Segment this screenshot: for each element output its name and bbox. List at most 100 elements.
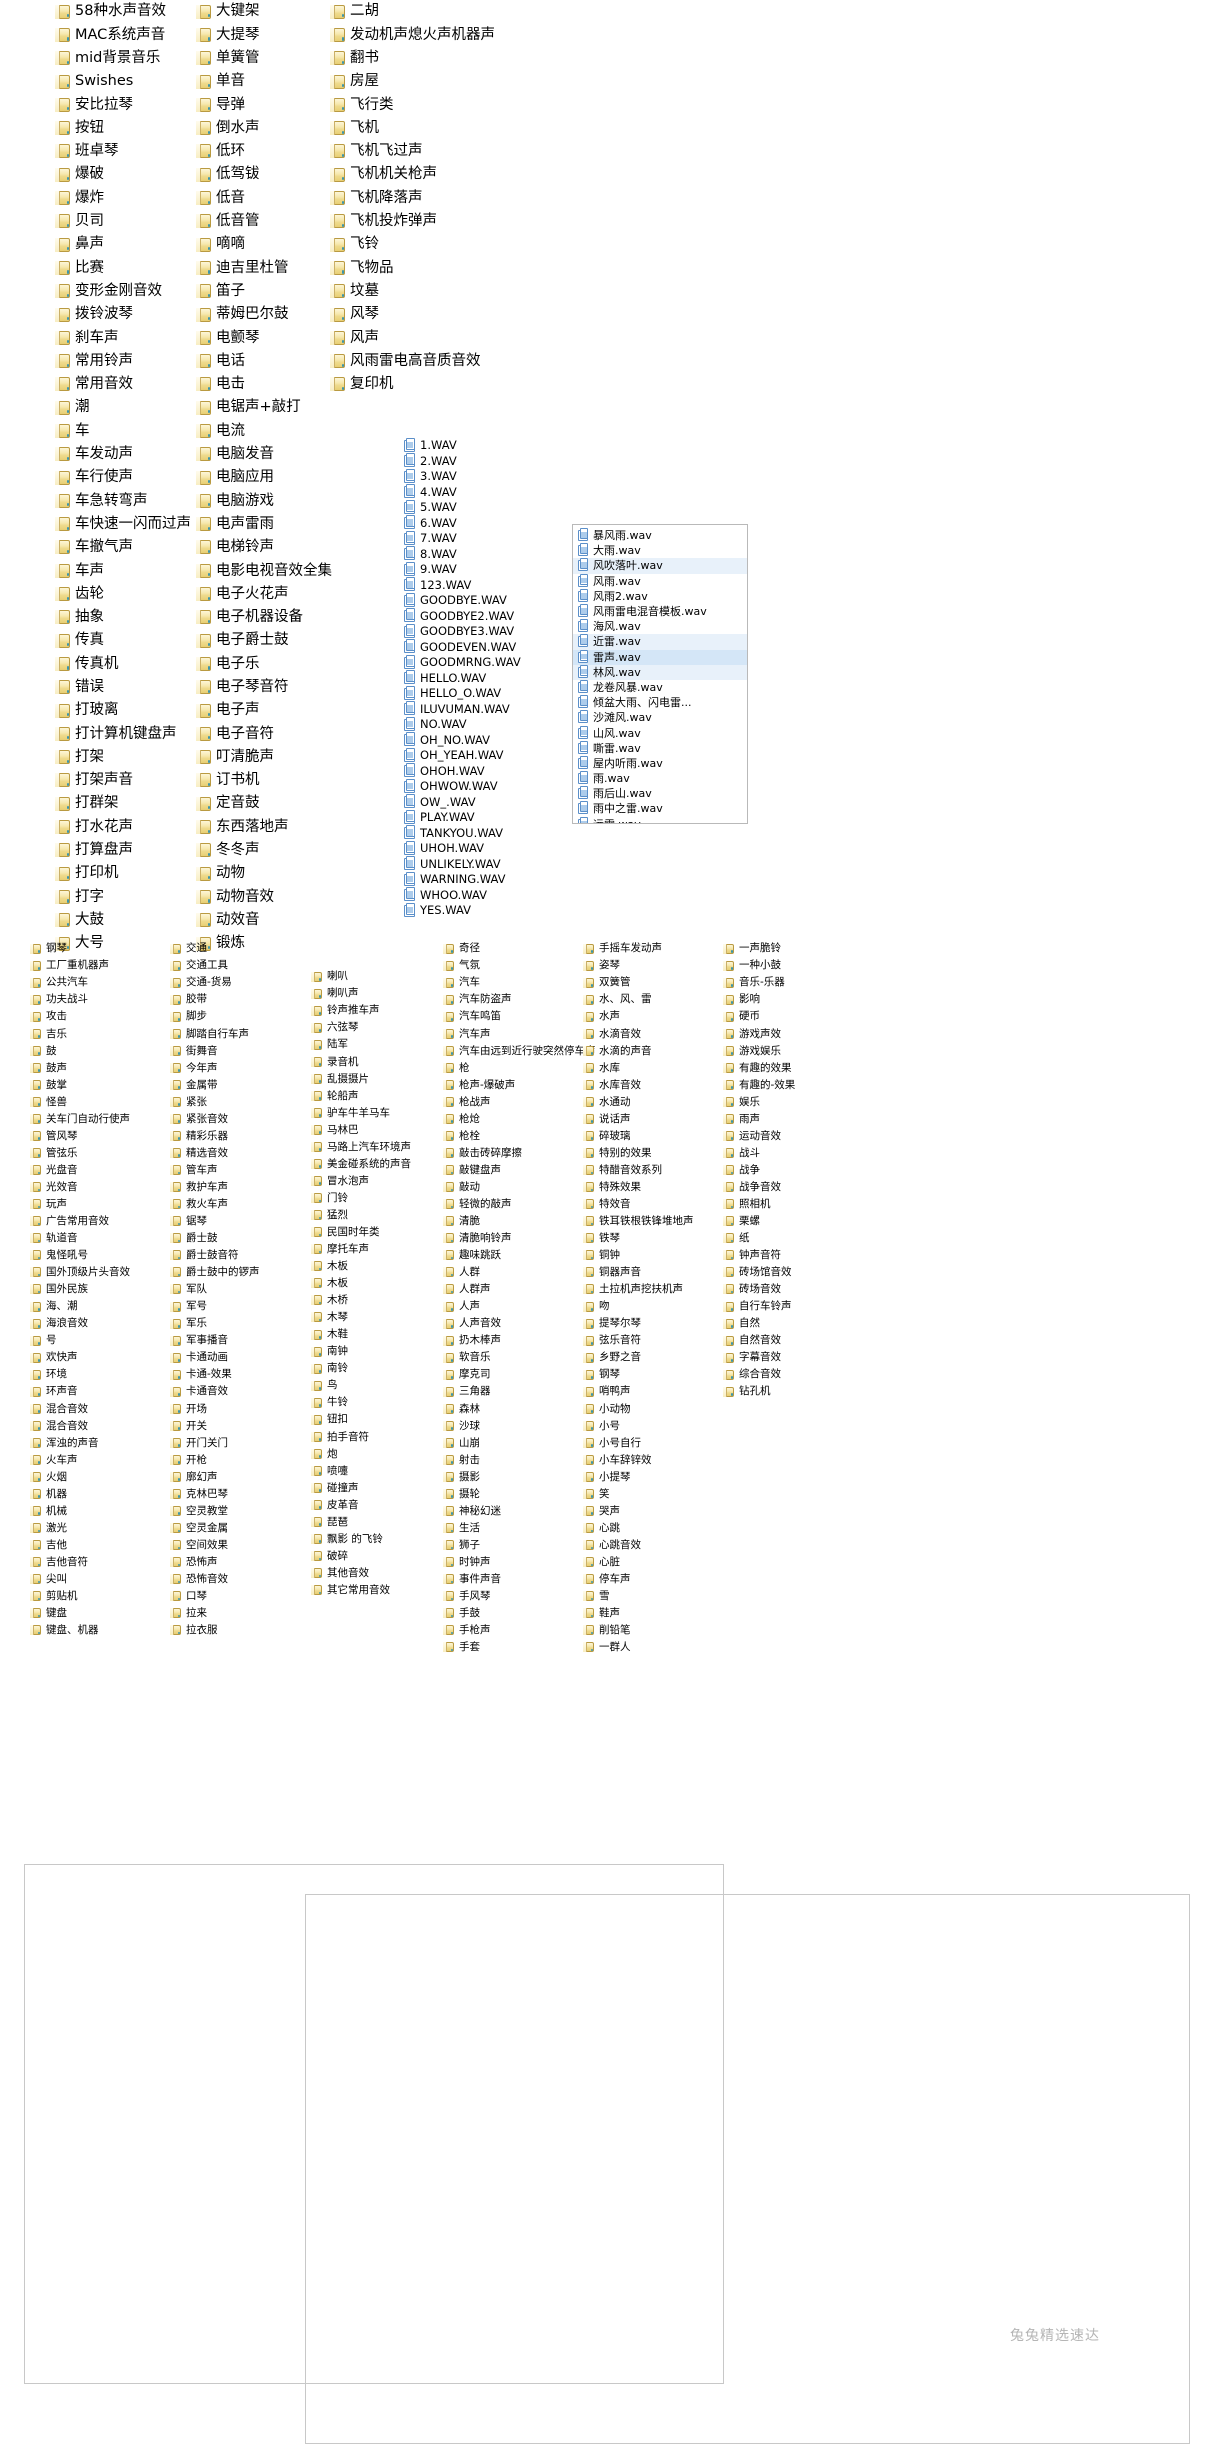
folder-item[interactable]: 扔木棒声 <box>443 1332 596 1349</box>
explorer-file-item[interactable]: 倾盆大雨、闪电雷... <box>573 695 747 710</box>
folder-item[interactable]: 廓幻声 <box>170 1468 260 1485</box>
folder-item[interactable]: 剪贴机 <box>30 1588 130 1605</box>
folder-item[interactable]: 心跳 <box>583 1520 694 1537</box>
wav-file-item[interactable]: 8.WAV <box>404 546 521 563</box>
folder-item[interactable]: 枪声-爆破声 <box>443 1076 596 1093</box>
folder-item[interactable]: 开门关门 <box>170 1434 260 1451</box>
folder-item[interactable]: 58种水声音效 <box>55 0 191 23</box>
folder-item[interactable]: 动物 <box>196 862 332 885</box>
folder-item[interactable]: 三角器 <box>443 1383 596 1400</box>
folder-item[interactable]: 国外民族 <box>30 1281 130 1298</box>
folder-item[interactable]: 驴车牛羊马车 <box>311 1104 411 1121</box>
folder-item[interactable]: 录音机 <box>311 1053 411 1070</box>
folder-item[interactable]: 飞行类 <box>330 93 495 116</box>
folder-item[interactable]: 字幕音效 <box>723 1349 795 1366</box>
folder-item[interactable]: 双簧管 <box>583 974 694 991</box>
folder-item[interactable]: 沙球 <box>443 1417 596 1434</box>
folder-item[interactable]: 枪 <box>443 1059 596 1076</box>
folder-item[interactable]: 小号 <box>583 1417 694 1434</box>
folder-item[interactable]: 坟墓 <box>330 280 495 303</box>
folder-item[interactable]: 电击 <box>196 373 332 396</box>
wav-file-item[interactable]: 6.WAV <box>404 515 521 532</box>
wav-file-item[interactable]: GOODBYE.WAV <box>404 592 521 609</box>
folder-item[interactable]: 特效音 <box>583 1196 694 1213</box>
folder-item[interactable]: 射击 <box>443 1451 596 1468</box>
folder-item[interactable]: 打算盘声 <box>55 839 191 862</box>
folder-item[interactable]: 皮革音 <box>311 1496 411 1513</box>
folder-item[interactable]: 电颤琴 <box>196 326 332 349</box>
folder-item[interactable]: 人群 <box>443 1264 596 1281</box>
folder-item[interactable]: 贝司 <box>55 210 191 233</box>
folder-item[interactable]: 开枪 <box>170 1451 260 1468</box>
folder-item[interactable]: 交通工具 <box>170 957 260 974</box>
folder-item[interactable]: 喇叭声 <box>311 985 411 1002</box>
folder-item[interactable]: 小动物 <box>583 1400 694 1417</box>
wav-file-item[interactable]: WHOO.WAV <box>404 887 521 904</box>
folder-item[interactable]: 战争音效 <box>723 1179 795 1196</box>
folder-item[interactable]: 鼻声 <box>55 233 191 256</box>
folder-item[interactable]: 趣味跳跃 <box>443 1247 596 1264</box>
folder-item[interactable]: 东西落地声 <box>196 815 332 838</box>
folder-item[interactable]: 功夫战斗 <box>30 991 130 1008</box>
folder-item[interactable]: 车撤气声 <box>55 536 191 559</box>
folder-item[interactable]: 碰撞声 <box>311 1479 411 1496</box>
folder-item[interactable]: 错误 <box>55 676 191 699</box>
folder-item[interactable]: 欢快声 <box>30 1349 130 1366</box>
explorer-file-item[interactable]: 林风.wav <box>573 664 747 680</box>
folder-item[interactable]: 齿轮 <box>55 582 191 605</box>
wav-file-item[interactable]: WARNING.WAV <box>404 871 521 888</box>
folder-item[interactable]: 车快速一闪而过声 <box>55 513 191 536</box>
folder-item[interactable]: 管车声 <box>170 1162 260 1179</box>
wav-file-item[interactable]: 2.WAV <box>404 453 521 470</box>
folder-item[interactable]: 抽象 <box>55 606 191 629</box>
folder-item[interactable]: 低驾钹 <box>196 163 332 186</box>
folder-item[interactable]: 有趣的效果 <box>723 1059 795 1076</box>
folder-item[interactable]: 摩托车声 <box>311 1241 411 1258</box>
folder-item[interactable]: 电脑应用 <box>196 466 332 489</box>
folder-item[interactable]: 风琴 <box>330 303 495 326</box>
folder-item[interactable]: 车 <box>55 419 191 442</box>
folder-item[interactable]: 班卓琴 <box>55 140 191 163</box>
folder-item[interactable]: 硬币 <box>723 1008 795 1025</box>
folder-item[interactable]: 空间效果 <box>170 1537 260 1554</box>
folder-item[interactable]: 电子机器设备 <box>196 606 332 629</box>
folder-item[interactable]: 电脑游戏 <box>196 489 332 512</box>
explorer-file-item[interactable]: 雷声.wav <box>573 649 747 665</box>
folder-item[interactable]: 鼓声 <box>30 1059 130 1076</box>
folder-item[interactable]: 定音鼓 <box>196 792 332 815</box>
folder-item[interactable]: 军队 <box>170 1281 260 1298</box>
folder-item[interactable]: 栗螺 <box>723 1213 795 1230</box>
wav-file-item[interactable]: 3.WAV <box>404 468 521 485</box>
folder-item[interactable]: 汽车由远到近行驶突然停车声 <box>443 1042 596 1059</box>
folder-item[interactable]: 救火车声 <box>170 1196 260 1213</box>
folder-item[interactable]: 六弦琴 <box>311 1019 411 1036</box>
folder-item[interactable]: 动物音效 <box>196 885 332 908</box>
explorer-file-item[interactable]: 远雷.wav <box>573 816 747 823</box>
folder-item[interactable]: 乡野之音 <box>583 1349 694 1366</box>
folder-item[interactable]: 鞋声 <box>583 1605 694 1622</box>
folder-item[interactable]: 二胡 <box>330 0 495 23</box>
folder-item[interactable]: 笑 <box>583 1486 694 1503</box>
folder-item[interactable]: 打架声音 <box>55 769 191 792</box>
folder-item[interactable]: 汽车鸣笛 <box>443 1008 596 1025</box>
folder-item[interactable]: 气氛 <box>443 957 596 974</box>
folder-item[interactable]: 电话 <box>196 349 332 372</box>
folder-item[interactable]: 低环 <box>196 140 332 163</box>
folder-item[interactable]: 敲动 <box>443 1179 596 1196</box>
folder-item[interactable]: Swishes <box>55 70 191 93</box>
folder-item[interactable]: 拉来 <box>170 1605 260 1622</box>
wav-file-item[interactable]: 5.WAV <box>404 499 521 516</box>
explorer-file-item[interactable]: 近雷.wav <box>573 634 747 650</box>
folder-item[interactable]: 钮扣 <box>311 1411 411 1428</box>
folder-item[interactable]: 常用铃声 <box>55 349 191 372</box>
folder-item[interactable]: 手风琴 <box>443 1588 596 1605</box>
folder-item[interactable]: 爆破 <box>55 163 191 186</box>
explorer-file-item[interactable]: 风雨2.wav <box>573 588 747 604</box>
folder-item[interactable]: 木桥 <box>311 1292 411 1309</box>
folder-item[interactable]: 鼓掌 <box>30 1076 130 1093</box>
folder-item[interactable]: 叮清脆声 <box>196 746 332 769</box>
folder-item[interactable]: 锯琴 <box>170 1213 260 1230</box>
folder-item[interactable]: 低音管 <box>196 210 332 233</box>
folder-item[interactable]: 发动机声熄火声机器声 <box>330 23 495 46</box>
folder-item[interactable]: 火烟 <box>30 1468 130 1485</box>
